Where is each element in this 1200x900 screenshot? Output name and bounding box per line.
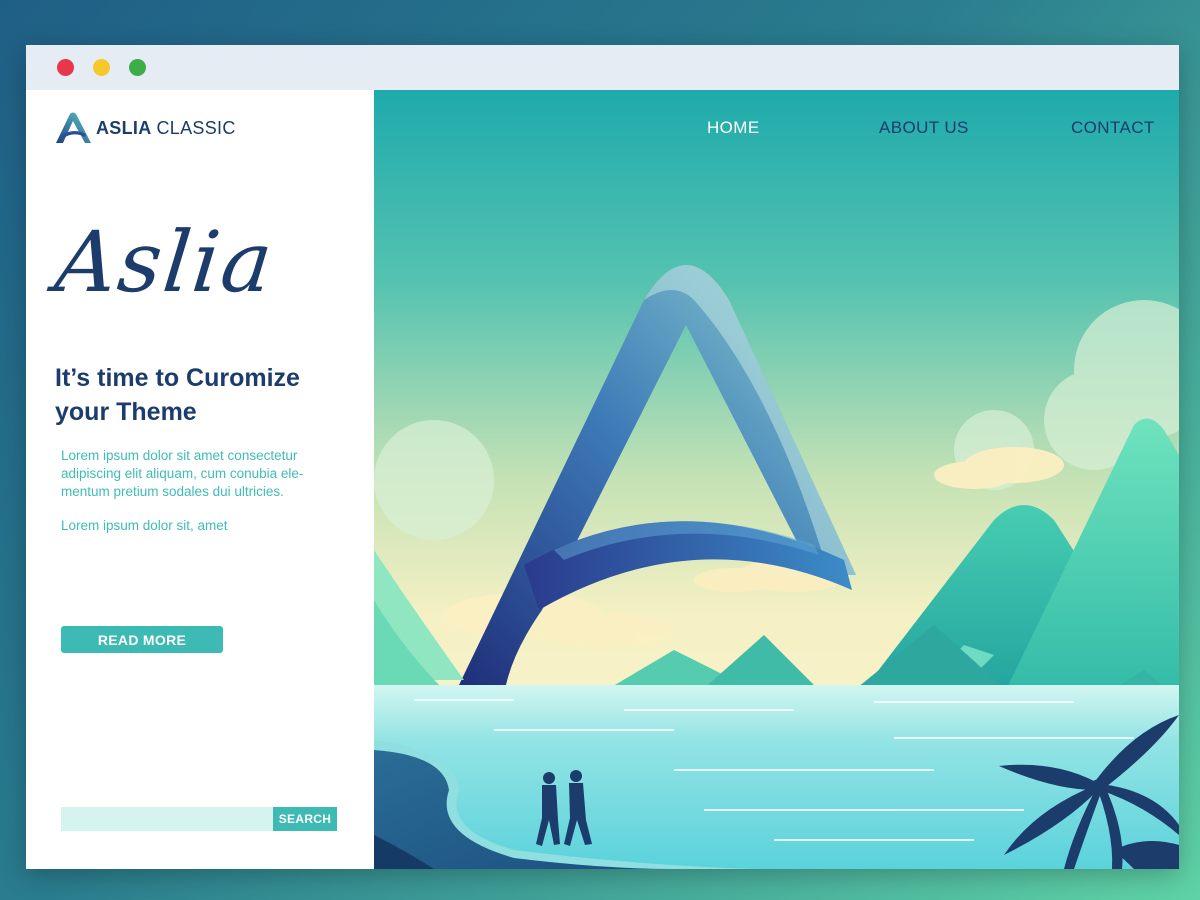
hero-illustration: HOME ABOUT US CONTACT [374,90,1179,869]
brand-logo[interactable]: ASLIA CLASSIC [54,112,236,144]
brand-name-bold: ASLIA [96,117,152,138]
nav-contact-link[interactable]: CONTACT [1071,118,1155,138]
read-more-button[interactable]: READ MORE [61,626,223,653]
landscape-illustration [374,90,1179,869]
minimize-window-dot[interactable] [93,59,110,76]
maximize-window-dot[interactable] [129,59,146,76]
search-form: SEARCH [61,807,337,831]
close-window-dot[interactable] [57,59,74,76]
browser-window: ASLIA CLASSIC Aslia It’s time to Curomize… [26,45,1179,869]
hero-script-title: Aslia [50,213,279,311]
search-button[interactable]: SEARCH [273,807,337,831]
intro-paragraph: Lorem ipsum dolor sit amet consectetur a… [61,448,304,499]
secondary-paragraph: Lorem ipsum dolor sit, amet [61,518,228,533]
brand-name-light: CLASSIC [156,117,236,138]
search-input[interactable] [61,807,273,831]
aslia-logo-icon [56,112,91,143]
nav-about-us-link[interactable]: ABOUT US [879,118,969,138]
sidebar: ASLIA CLASSIC Aslia It’s time to Curomize… [26,90,374,869]
window-titlebar [26,45,1179,90]
brand-name: ASLIA CLASSIC [96,118,236,139]
headline: It’s time to Curomize your Theme [55,364,300,426]
nav-home-link[interactable]: HOME [707,118,760,138]
